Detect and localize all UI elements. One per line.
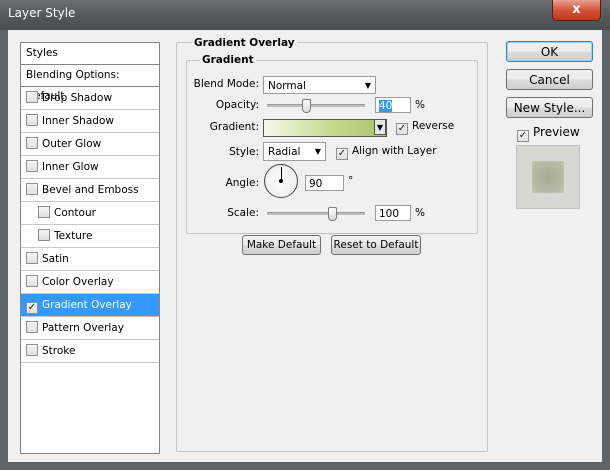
blend-mode-value: Normal — [268, 80, 306, 92]
section-title: Gradient Overlay — [192, 37, 297, 49]
scale-slider-thumb[interactable] — [328, 207, 338, 221]
angle-dial[interactable] — [264, 164, 298, 198]
style-item-bevel-and-emboss[interactable]: Bevel and Emboss — [21, 179, 159, 202]
chevron-down-icon: ▼ — [314, 147, 321, 156]
angle-dial-center — [279, 179, 283, 183]
style-label: Style: — [229, 146, 259, 158]
style-value: Radial — [268, 146, 301, 158]
blending-options-item[interactable]: Blending Options: Default — [21, 65, 159, 102]
opacity-slider-thumb[interactable] — [302, 99, 312, 113]
style-select[interactable]: Radial ▼ — [263, 142, 326, 161]
gradient-swatch[interactable] — [263, 119, 387, 137]
style-checkbox[interactable] — [26, 252, 38, 264]
style-item-label: Bevel and Emboss — [42, 184, 139, 196]
window-frame-right — [602, 30, 610, 470]
align-checkbox-wrap[interactable]: ✓ Align with Layer — [336, 145, 437, 160]
reverse-checkbox[interactable]: ✓ — [396, 123, 408, 135]
scale-slider[interactable] — [267, 212, 365, 215]
gradient-label: Gradient: — [209, 121, 259, 133]
chevron-down-icon: ▼ — [376, 123, 384, 132]
style-checkbox[interactable] — [26, 344, 38, 356]
style-item-label: Inner Shadow — [42, 115, 114, 127]
style-item-pattern-overlay[interactable]: Pattern Overlay — [21, 317, 159, 340]
style-item-label: Gradient Overlay — [42, 299, 132, 311]
angle-value: 90 — [309, 178, 323, 190]
style-checkbox[interactable] — [26, 91, 38, 103]
style-item-label: Color Overlay — [42, 276, 114, 288]
style-item-color-overlay[interactable]: Color Overlay — [21, 271, 159, 294]
style-item-inner-glow[interactable]: Inner Glow — [21, 156, 159, 179]
cancel-button[interactable]: Cancel — [506, 69, 593, 90]
close-button[interactable]: x — [552, 0, 601, 21]
style-item-label: Drop Shadow — [42, 92, 113, 104]
scale-input[interactable]: 100 — [375, 205, 411, 221]
scale-unit: % — [415, 207, 425, 219]
style-item-contour[interactable]: Contour — [21, 202, 159, 225]
style-item-gradient-overlay[interactable]: ✓ Gradient Overlay — [21, 294, 159, 317]
preview-label: Preview — [533, 125, 580, 139]
style-checkbox[interactable]: ✓ — [26, 302, 38, 314]
reverse-label: Reverse — [412, 120, 455, 132]
gradient-dropdown[interactable]: ▼ — [374, 119, 386, 135]
scale-value: 100 — [379, 208, 400, 220]
style-item-label: Outer Glow — [42, 138, 102, 150]
ok-button[interactable]: OK — [506, 41, 593, 62]
reset-to-default-button[interactable]: Reset to Default — [331, 235, 421, 255]
angle-input[interactable]: 90 — [305, 175, 344, 191]
close-icon: x — [572, 2, 581, 17]
style-checkbox[interactable] — [26, 321, 38, 333]
style-item-inner-shadow[interactable]: Inner Shadow — [21, 110, 159, 133]
opacity-label: Opacity: — [215, 99, 259, 111]
style-item-label: Contour — [54, 207, 96, 219]
style-item-label: Satin — [42, 253, 69, 265]
style-item-label: Inner Glow — [42, 161, 99, 173]
align-with-layer-label: Align with Layer — [352, 145, 437, 157]
style-checkbox[interactable] — [38, 229, 50, 241]
align-with-layer-checkbox[interactable]: ✓ — [336, 148, 348, 160]
style-checkbox[interactable] — [26, 275, 38, 287]
blend-mode-label: Blend Mode: — [193, 78, 259, 90]
style-item-outer-glow[interactable]: Outer Glow — [21, 133, 159, 156]
chevron-down-icon: ▼ — [364, 81, 371, 90]
style-checkbox[interactable] — [26, 114, 38, 126]
new-style-button[interactable]: New Style... — [506, 97, 593, 118]
style-item-label: Texture — [54, 230, 93, 242]
window-frame-left — [0, 30, 8, 470]
window-title: Layer Style — [8, 6, 76, 20]
opacity-slider[interactable] — [267, 104, 365, 107]
preview-checkbox[interactable]: ✓ — [517, 130, 529, 142]
angle-label: Angle: — [225, 177, 259, 189]
reverse-checkbox-wrap[interactable]: ✓ Reverse — [396, 120, 454, 135]
preview-thumbnail — [516, 145, 580, 209]
styles-list: Styles Blending Options: Default Drop Sh… — [20, 42, 160, 454]
make-default-button[interactable]: Make Default — [242, 235, 321, 255]
scale-label: Scale: — [227, 207, 259, 219]
preview-swatch — [532, 161, 564, 193]
style-item-label: Pattern Overlay — [42, 322, 124, 334]
style-checkbox[interactable] — [26, 183, 38, 195]
style-item-texture[interactable]: Texture — [21, 225, 159, 248]
gradient-group-title: Gradient — [200, 54, 256, 66]
opacity-input[interactable]: 40 — [375, 97, 411, 113]
opacity-value: 40 — [379, 100, 393, 112]
window-frame-bottom — [0, 462, 610, 470]
style-item-drop-shadow[interactable]: Drop Shadow — [21, 87, 159, 110]
style-item-label: Stroke — [42, 345, 76, 357]
style-item-stroke[interactable]: Stroke — [21, 340, 159, 363]
blend-mode-select[interactable]: Normal ▼ — [263, 76, 376, 94]
style-item-satin[interactable]: Satin — [21, 248, 159, 271]
styles-header[interactable]: Styles — [21, 43, 159, 65]
title-bar[interactable]: Layer Style x — [0, 0, 610, 30]
opacity-unit: % — [415, 99, 425, 111]
preview-checkbox-wrap[interactable]: ✓ Preview — [517, 125, 580, 142]
style-checkbox[interactable] — [26, 137, 38, 149]
style-checkbox[interactable] — [26, 160, 38, 172]
style-checkbox[interactable] — [38, 206, 50, 218]
angle-unit: ° — [348, 175, 354, 187]
